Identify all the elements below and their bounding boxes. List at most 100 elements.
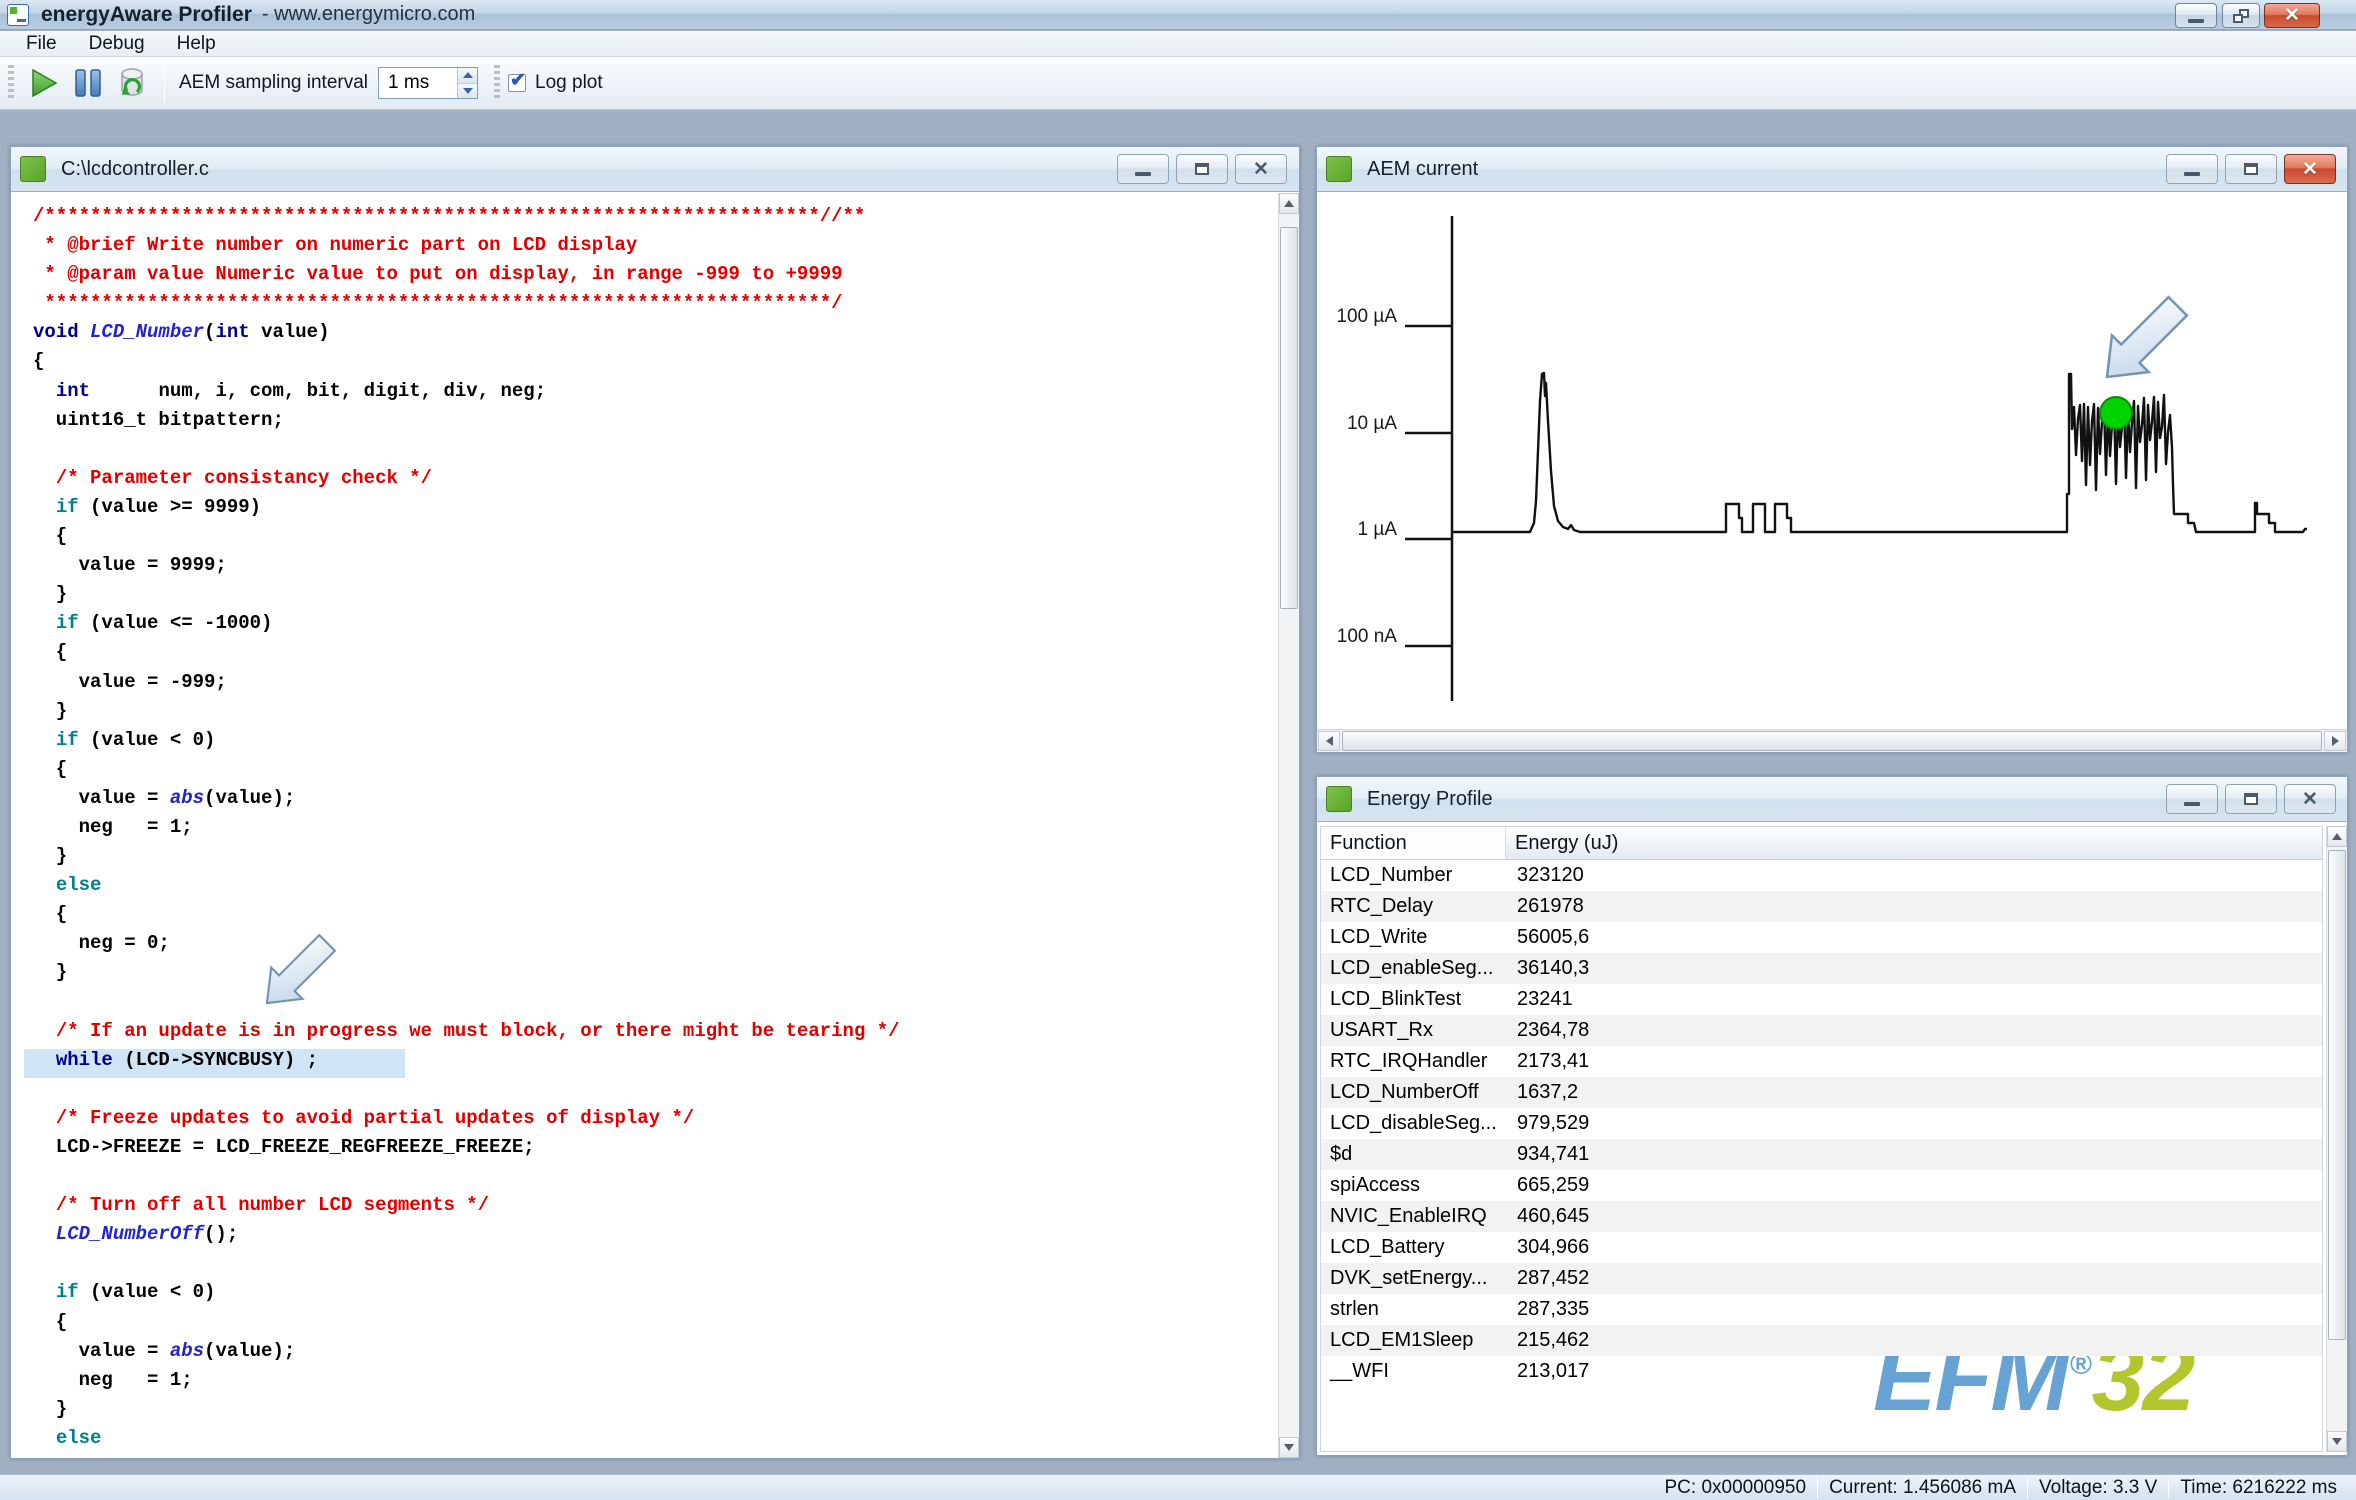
code-window-titlebar[interactable]: C:\lcdcontroller.c ✕ xyxy=(11,147,1299,192)
code-editor[interactable]: /***************************************… xyxy=(11,193,1299,1458)
table-row[interactable]: LCD_Battery304,966 xyxy=(1321,1232,2322,1263)
code-line[interactable]: } xyxy=(11,700,1275,729)
column-header-function[interactable]: Function xyxy=(1321,827,1506,859)
code-line[interactable]: else xyxy=(11,874,1275,903)
code-line[interactable]: /* Turn off all number LCD segments */ xyxy=(11,1194,1275,1223)
minimize-button[interactable] xyxy=(2175,3,2217,28)
table-row[interactable]: LCD_enableSeg...36140,3 xyxy=(1321,953,2322,984)
table-row[interactable]: LCD_Number323120 xyxy=(1321,860,2322,891)
aem-minimize-button[interactable] xyxy=(2166,154,2218,184)
code-line[interactable]: neg = 1; xyxy=(11,1369,1275,1398)
code-line[interactable]: if (value >= 9999) xyxy=(11,496,1275,525)
table-header[interactable]: Function Energy (uJ) xyxy=(1321,827,2322,860)
aem-chart[interactable]: 100 µA 10 µA 1 µA 100 nA xyxy=(1317,193,2347,728)
code-close-button[interactable]: ✕ xyxy=(1235,154,1287,184)
energy-restore-button[interactable] xyxy=(2225,784,2277,814)
log-plot-label: Log plot xyxy=(535,72,603,94)
code-line[interactable]: { xyxy=(11,1311,1275,1340)
table-row[interactable]: LCD_Write56005,6 xyxy=(1321,922,2322,953)
spin-up-button[interactable] xyxy=(458,68,477,84)
restore-button[interactable] xyxy=(2222,3,2260,28)
code-line[interactable]: LCD_NumberOff(); xyxy=(11,1223,1275,1252)
aem-horizontal-scrollbar[interactable] xyxy=(1317,729,2347,752)
code-scrollbar-thumb[interactable] xyxy=(1280,227,1298,609)
code-line[interactable]: int num, i, com, bit, digit, div, neg; xyxy=(11,380,1275,409)
code-line[interactable]: uint16_t bitpattern; xyxy=(11,409,1275,438)
code-line[interactable]: ****************************************… xyxy=(11,292,1275,321)
close-button[interactable]: ✕ xyxy=(2264,3,2320,28)
aem-window-titlebar[interactable]: AEM current ✕ xyxy=(1317,147,2347,192)
table-row[interactable]: NVIC_EnableIRQ460,645 xyxy=(1321,1201,2322,1232)
table-row[interactable]: LCD_NumberOff1637,2 xyxy=(1321,1077,2322,1108)
callout-arrow-icon xyxy=(191,903,391,1083)
scroll-down-button[interactable] xyxy=(1279,1437,1299,1458)
code-line[interactable]: value = -999; xyxy=(11,671,1275,700)
code-line[interactable]: * @param value Numeric value to put on d… xyxy=(11,263,1275,292)
code-line[interactable]: } xyxy=(11,1398,1275,1427)
code-line[interactable]: /* Parameter consistancy check */ xyxy=(11,467,1275,496)
code-restore-button[interactable] xyxy=(1176,154,1228,184)
code-line[interactable]: else xyxy=(11,1427,1275,1456)
code-line[interactable]: } xyxy=(11,845,1275,874)
selection-marker[interactable] xyxy=(2100,397,2132,429)
table-row[interactable]: spiAccess665,259 xyxy=(1321,1170,2322,1201)
table-row[interactable]: RTC_IRQHandler2173,41 xyxy=(1321,1046,2322,1077)
column-header-energy[interactable]: Energy (uJ) xyxy=(1506,827,2322,859)
scroll-up-button[interactable] xyxy=(1279,193,1299,214)
scroll-left-button[interactable] xyxy=(1318,731,1340,751)
play-button[interactable] xyxy=(22,61,66,105)
code-minimize-button[interactable] xyxy=(1117,154,1169,184)
table-row[interactable]: LCD_EM1Sleep215,462 xyxy=(1321,1325,2322,1356)
pause-button[interactable] xyxy=(66,61,110,105)
table-row[interactable]: $d934,741 xyxy=(1321,1139,2322,1170)
table-row[interactable]: USART_Rx2364,78 xyxy=(1321,1015,2322,1046)
sampling-interval-stepper[interactable]: 1 ms xyxy=(378,67,478,99)
scroll-up-button[interactable] xyxy=(2327,826,2347,847)
code-line[interactable]: value = abs(value); xyxy=(11,1340,1275,1369)
code-line[interactable]: { xyxy=(11,641,1275,670)
menu-help[interactable]: Help xyxy=(161,31,232,56)
menu-file[interactable]: File xyxy=(10,31,73,56)
table-row[interactable]: RTC_Delay261978 xyxy=(1321,891,2322,922)
energy-minimize-button[interactable] xyxy=(2166,784,2218,814)
code-line[interactable]: void LCD_Number(int value) xyxy=(11,321,1275,350)
reset-button[interactable] xyxy=(110,61,154,105)
scroll-right-button[interactable] xyxy=(2324,731,2346,751)
aem-scrollbar-thumb[interactable] xyxy=(1342,731,2322,751)
code-line[interactable]: value = abs(value); xyxy=(11,787,1275,816)
log-plot-checkbox[interactable]: ✔ xyxy=(508,74,526,92)
table-row[interactable]: strlen287,335 xyxy=(1321,1294,2322,1325)
code-line[interactable]: if (value <= -1000) xyxy=(11,612,1275,641)
code-line[interactable]: * @brief Write number on numeric part on… xyxy=(11,234,1275,263)
energy-scrollbar-thumb[interactable] xyxy=(2328,850,2346,1340)
toolbar-grip-2[interactable] xyxy=(494,65,500,101)
scroll-down-button[interactable] xyxy=(2327,1431,2347,1452)
code-line[interactable]: /* Freeze updates to avoid partial updat… xyxy=(11,1107,1275,1136)
energy-window-titlebar[interactable]: Energy Profile ✕ xyxy=(1317,777,2347,822)
code-line[interactable]: /***************************************… xyxy=(11,205,1275,234)
aem-close-button[interactable]: ✕ xyxy=(2284,154,2336,184)
code-line[interactable]: { xyxy=(11,758,1275,787)
code-line[interactable]: value = 9999; xyxy=(11,554,1275,583)
aem-restore-button[interactable] xyxy=(2225,154,2277,184)
code-line[interactable]: neg = 1; xyxy=(11,816,1275,845)
menu-debug[interactable]: Debug xyxy=(73,31,161,56)
table-row[interactable]: LCD_BlinkTest23241 xyxy=(1321,984,2322,1015)
code-line[interactable]: if (value < 0) xyxy=(11,729,1275,758)
code-line[interactable]: { xyxy=(11,525,1275,554)
table-row[interactable]: DVK_setEnergy...287,452 xyxy=(1321,1263,2322,1294)
table-row[interactable]: LCD_disableSeg...979,529 xyxy=(1321,1108,2322,1139)
code-line[interactable]: if (value < 0) xyxy=(11,1281,1275,1310)
energy-close-button[interactable]: ✕ xyxy=(2284,784,2336,814)
spin-down-button[interactable] xyxy=(458,84,477,99)
energy-vertical-scrollbar[interactable] xyxy=(2326,826,2347,1452)
code-line[interactable]: } xyxy=(11,583,1275,612)
code-line[interactable] xyxy=(11,438,1275,467)
table-row[interactable]: __WFI213,017 xyxy=(1321,1356,2322,1387)
code-vertical-scrollbar[interactable] xyxy=(1278,193,1299,1458)
code-line[interactable]: { xyxy=(11,350,1275,379)
code-line[interactable]: LCD->FREEZE = LCD_FREEZE_REGFREEZE_FREEZ… xyxy=(11,1136,1275,1165)
code-line[interactable] xyxy=(11,1165,1275,1194)
code-line[interactable] xyxy=(11,1252,1275,1281)
toolbar-grip[interactable] xyxy=(8,65,14,101)
